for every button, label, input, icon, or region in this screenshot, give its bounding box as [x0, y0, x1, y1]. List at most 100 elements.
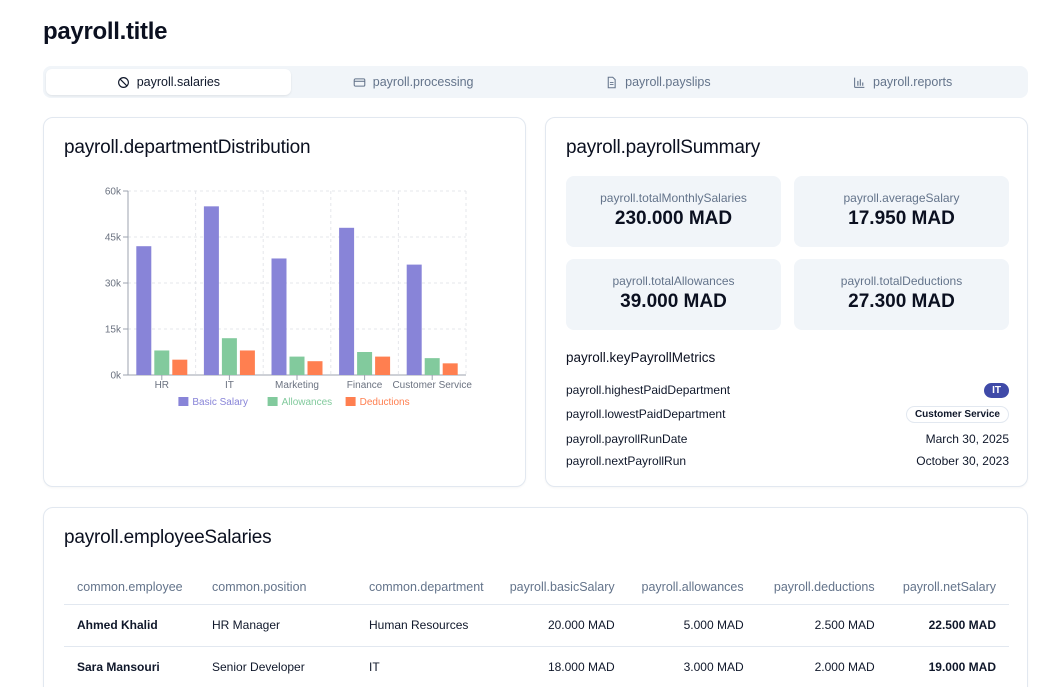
column-header[interactable]: payroll.allowances [627, 570, 757, 605]
tab-bar: payroll.salaries payroll.processing payr… [43, 66, 1028, 98]
legend-label: Allowances [282, 397, 333, 408]
department-badge: Customer Service [905, 405, 1009, 423]
tab-label: payroll.reports [873, 75, 953, 89]
table-row[interactable]: Sara Mansouri Senior Developer IT 18.000… [64, 646, 1009, 687]
bar [339, 227, 355, 375]
ban-icon [117, 76, 129, 88]
employee-name: Ahmed Khalid [64, 604, 199, 647]
table-header-row: common.employee common.position common.d… [64, 570, 1009, 605]
column-header[interactable]: common.employee [64, 570, 199, 605]
legend-swatch [178, 397, 189, 406]
x-tick-label: HR [155, 380, 169, 391]
legend-swatch [345, 397, 356, 406]
bar [406, 264, 422, 375]
metric-value: October 30, 2023 [916, 454, 1009, 468]
bar [221, 338, 237, 375]
legend-label: Basic Salary [192, 397, 248, 408]
legend-swatch [267, 397, 278, 406]
tab-label: payroll.processing [372, 75, 474, 89]
card-title: payroll.employeeSalaries [64, 527, 272, 548]
stat-label: payroll.totalAllowances [612, 274, 735, 288]
bar [375, 356, 391, 375]
page-title: payroll.title [43, 18, 168, 45]
employee-position: HR Manager [199, 604, 356, 647]
stat-label: payroll.totalDeductions [840, 274, 963, 288]
column-header[interactable]: common.department [356, 570, 497, 605]
tab-salaries[interactable]: payroll.salaries [46, 69, 291, 95]
stat-label: payroll.totalMonthlySalaries [600, 191, 747, 205]
employee-name: Sara Mansouri [64, 646, 199, 687]
net-salary: 22.500 MAD [887, 604, 1009, 647]
x-tick-label: Customer Service [392, 380, 472, 391]
metric-next-payroll-run: payroll.nextPayrollRun October 30, 2023 [566, 451, 1009, 471]
payroll-summary-card: payroll.payrollSummary payroll.totalMont… [545, 117, 1028, 487]
tab-payslips[interactable]: payroll.payslips [536, 69, 781, 95]
x-tick-label: IT [225, 380, 234, 391]
column-header[interactable]: payroll.netSalary [887, 570, 1009, 605]
allowances: 5.000 MAD [627, 604, 757, 647]
department-badge: IT [984, 382, 1009, 398]
stat-average-salary: payroll.averageSalary 17.950 MAD [794, 176, 1009, 247]
stat-value: 27.300 MAD [848, 291, 955, 312]
stat-value: 39.000 MAD [620, 291, 727, 312]
y-tick-label: 0k [110, 371, 122, 382]
file-text-icon [607, 76, 616, 88]
employee-position: Senior Developer [199, 646, 356, 687]
allowances: 3.000 MAD [627, 646, 757, 687]
metric-payroll-run-date: payroll.payrollRunDate March 30, 2025 [566, 429, 1009, 449]
bar [307, 361, 323, 375]
column-header[interactable]: payroll.deductions [756, 570, 888, 605]
metric-lowest-paid-department: payroll.lowestPaidDepartment Customer Se… [566, 404, 1009, 424]
department-distribution-card: payroll.departmentDistribution 0k 15k 30k 4… [43, 117, 526, 487]
employee-salaries-card: payroll.employeeSalaries common.employee… [43, 507, 1028, 687]
stat-total-deductions: payroll.totalDeductions 27.300 MAD [794, 259, 1009, 330]
bar [154, 350, 170, 375]
bar [172, 359, 188, 375]
column-header[interactable]: common.position [199, 570, 356, 605]
x-tick-label: Marketing [275, 380, 319, 391]
tab-processing[interactable]: payroll.processing [291, 69, 536, 95]
tab-label: payroll.salaries [136, 75, 221, 89]
tab-label: payroll.payslips [625, 75, 711, 89]
card-title: payroll.payrollSummary [566, 137, 761, 158]
deductions: 2.000 MAD [756, 646, 888, 687]
metric-value: March 30, 2025 [925, 432, 1009, 446]
key-metrics-title: payroll.keyPayrollMetrics [566, 350, 716, 365]
department-bar-chart: 0k 15k 30k 45k 60k HR IT Marketing Finance Custom… [105, 187, 472, 409]
x-tick-label: Finance [347, 380, 383, 391]
basic-salary: 20.000 MAD [496, 604, 628, 647]
basic-salary: 18.000 MAD [496, 646, 628, 687]
y-tick-label: 60k [105, 187, 122, 198]
metric-label: payroll.nextPayrollRun [566, 454, 687, 468]
stat-value: 17.950 MAD [848, 208, 955, 229]
employee-department: IT [356, 646, 497, 687]
stat-total-monthly-salaries: payroll.totalMonthlySalaries 230.000 MAD [566, 176, 781, 247]
employee-salaries-table: common.employee common.position common.d… [64, 570, 1009, 687]
stat-label: payroll.averageSalary [843, 191, 960, 205]
y-tick-label: 45k [105, 233, 122, 244]
bar [239, 350, 255, 375]
bar [424, 358, 440, 375]
bar [289, 356, 305, 375]
column-header[interactable]: payroll.basicSalary [496, 570, 628, 605]
table-row[interactable]: Ahmed Khalid HR Manager Human Resources … [64, 604, 1009, 647]
tab-reports[interactable]: payroll.reports [780, 69, 1025, 95]
legend-label: Deductions [360, 397, 410, 408]
net-salary: 19.000 MAD [887, 646, 1009, 687]
bar [136, 246, 152, 375]
bar [357, 352, 373, 375]
bar [271, 258, 287, 375]
bar-chart-icon [854, 77, 865, 88]
credit-card-icon [353, 77, 366, 87]
stat-total-allowances: payroll.totalAllowances 39.000 MAD [566, 259, 781, 330]
metric-label: payroll.lowestPaidDepartment [566, 407, 726, 421]
y-tick-label: 15k [105, 325, 122, 336]
employee-department: Human Resources [356, 604, 497, 647]
bar [442, 363, 458, 375]
y-tick-label: 30k [105, 279, 122, 290]
metric-highest-paid-department: payroll.highestPaidDepartment IT [566, 380, 1009, 400]
stat-value: 230.000 MAD [614, 208, 733, 229]
bar [203, 206, 219, 375]
deductions: 2.500 MAD [756, 604, 888, 647]
metric-label: payroll.highestPaidDepartment [566, 383, 731, 397]
